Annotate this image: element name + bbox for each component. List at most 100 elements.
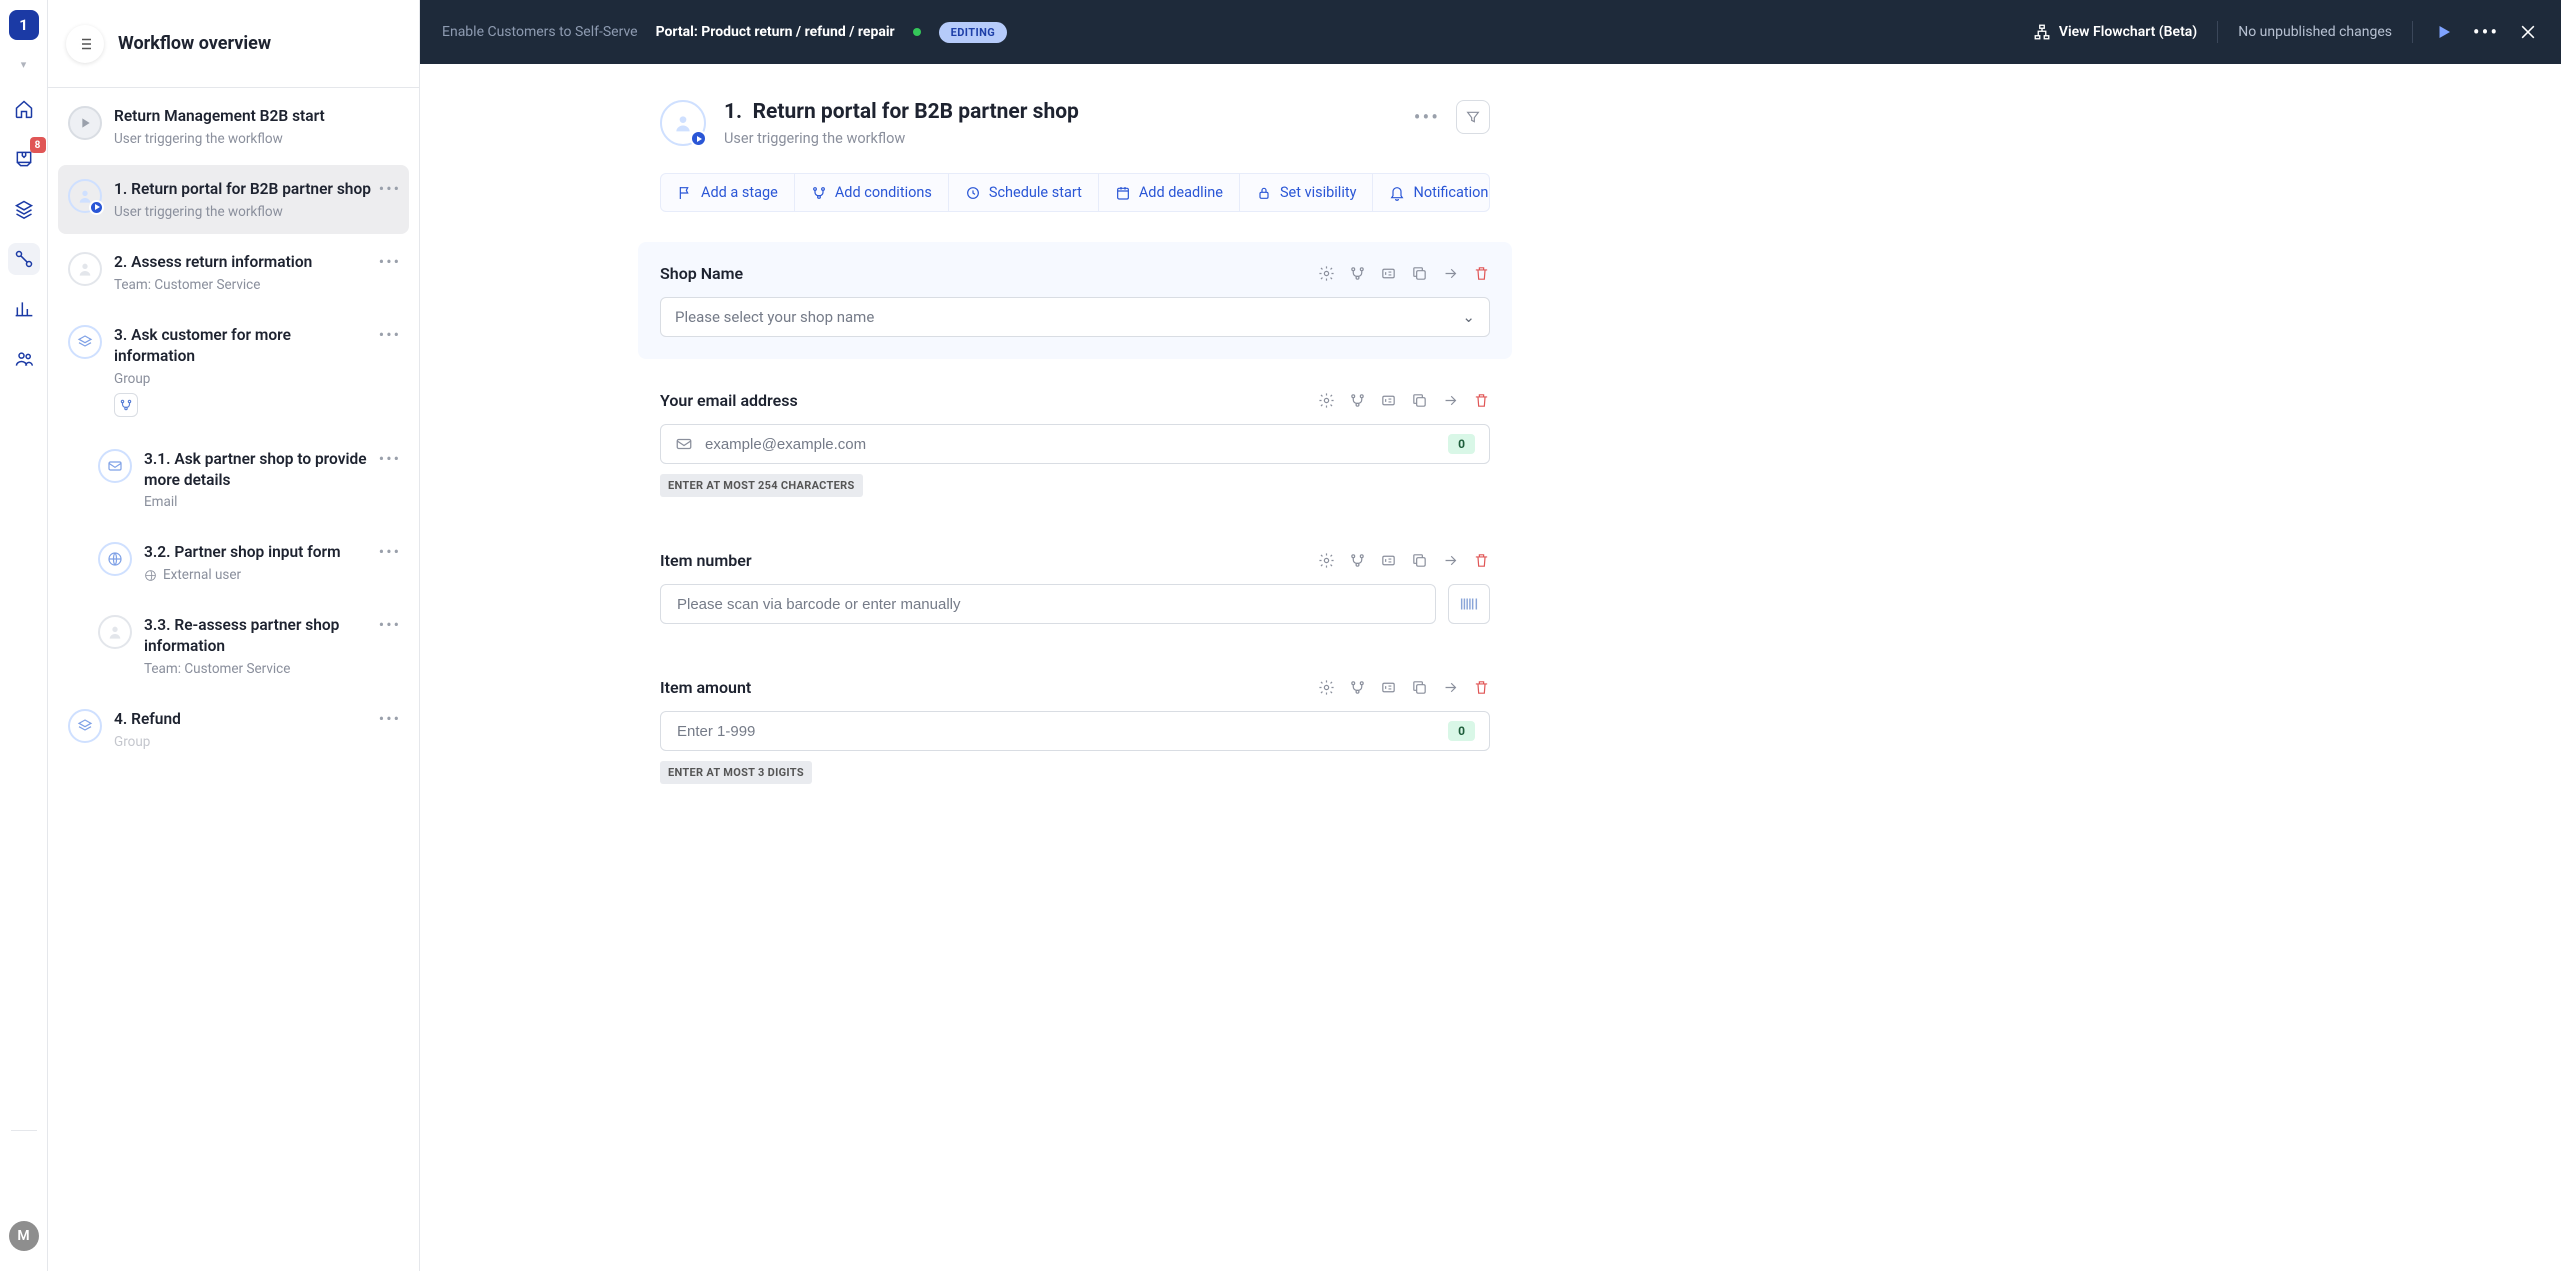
field-branch-button[interactable]: [1349, 552, 1366, 569]
schedule-start-button[interactable]: Schedule start: [949, 174, 1099, 211]
step-more-button[interactable]: •••: [379, 709, 401, 728]
copy-icon: [1411, 552, 1428, 569]
field-id-button[interactable]: [1380, 265, 1397, 282]
step-sub: User triggering the workflow: [114, 131, 373, 147]
run-button[interactable]: [2433, 21, 2455, 43]
field-move-button[interactable]: [1442, 265, 1459, 282]
step-title: 3. Ask customer for more information: [114, 325, 373, 367]
step-more-button[interactable]: •••: [379, 325, 401, 344]
step-title: 2. Assess return information: [114, 252, 373, 273]
field-move-button[interactable]: [1442, 392, 1459, 409]
field-move-button[interactable]: [1442, 679, 1459, 696]
add-stage-button[interactable]: Add a stage: [661, 174, 795, 211]
add-conditions-button[interactable]: Add conditions: [795, 174, 949, 211]
gear-icon: [1318, 679, 1335, 696]
field-id-button[interactable]: [1380, 392, 1397, 409]
field-delete-button[interactable]: [1473, 552, 1490, 569]
field-email: Your email address 0: [660, 369, 1490, 529]
field-settings-button[interactable]: [1318, 392, 1335, 409]
field-id-button[interactable]: [1380, 679, 1397, 696]
field-copy-button[interactable]: [1411, 679, 1428, 696]
workflow-step-2[interactable]: 2. Assess return information Team: Custo…: [58, 238, 409, 307]
step-more-button[interactable]: •••: [379, 252, 401, 271]
step-more-button[interactable]: •••: [379, 542, 401, 561]
workflow-step-1[interactable]: 1. Return portal for B2B partner shop Us…: [58, 165, 409, 234]
set-visibility-button[interactable]: Set visibility: [1240, 174, 1374, 211]
step-title: 3.1. Ask partner shop to provide more de…: [144, 449, 373, 491]
nav-inbox[interactable]: 8: [8, 143, 40, 175]
nav-templates[interactable]: [8, 193, 40, 225]
breadcrumb[interactable]: Enable Customers to Self-Serve: [442, 24, 638, 40]
nav-workflows[interactable]: [8, 243, 40, 275]
workflow-step-3-2[interactable]: 3.2. Partner shop input form External us…: [88, 528, 409, 597]
sidebar-title: Workflow overview: [118, 33, 271, 54]
field-move-button[interactable]: [1442, 552, 1459, 569]
field-delete-button[interactable]: [1473, 679, 1490, 696]
bell-icon: [1389, 185, 1405, 201]
item-amount-input[interactable]: [675, 712, 1438, 750]
item-number-input[interactable]: [675, 585, 1421, 623]
step-title: 4. Refund: [114, 709, 373, 730]
field-label: Item number: [660, 551, 752, 570]
step-sub: Group: [114, 734, 373, 750]
field-branch-button[interactable]: [1349, 392, 1366, 409]
shop-name-select[interactable]: Please select your shop name ⌄: [660, 297, 1490, 337]
step-more-button[interactable]: •••: [379, 449, 401, 468]
more-button[interactable]: •••: [2475, 21, 2497, 43]
step-sub: Team: Customer Service: [144, 661, 373, 677]
field-copy-button[interactable]: [1411, 392, 1428, 409]
separator: [2217, 21, 2218, 43]
field-settings-button[interactable]: [1318, 679, 1335, 696]
nav-users[interactable]: [8, 343, 40, 375]
field-hint: ENTER AT MOST 254 CHARACTERS: [660, 474, 863, 497]
workflow-sidebar: ◀ Workflow overview Return Management B2…: [48, 0, 420, 1271]
close-button[interactable]: [2517, 21, 2539, 43]
field-tools: [1318, 392, 1490, 409]
nav-reports[interactable]: [8, 293, 40, 325]
workflow-step-3-3[interactable]: 3.3. Re-assess partner shop information …: [88, 601, 409, 691]
workflow-step-3[interactable]: 3. Ask customer for more information Gro…: [58, 311, 409, 431]
step-header: 1. Return portal for B2B partner shop Us…: [660, 100, 1490, 147]
step-title: 3.2. Partner shop input form: [144, 542, 373, 563]
app-logo[interactable]: 1: [9, 10, 39, 40]
field-branch-button[interactable]: [1349, 265, 1366, 282]
rail-divider: [11, 1130, 37, 1131]
status-dot: [913, 28, 921, 36]
close-icon: [2518, 22, 2538, 42]
email-input[interactable]: [703, 425, 1438, 463]
trash-icon: [1473, 392, 1490, 409]
field-branch-button[interactable]: [1349, 679, 1366, 696]
workflow-step-list: Return Management B2B start User trigger…: [48, 88, 419, 1271]
clock-icon: [965, 185, 981, 201]
step-settings-button[interactable]: [1456, 100, 1490, 134]
globe-icon: [98, 542, 132, 576]
field-id-button[interactable]: [1380, 552, 1397, 569]
field-settings-button[interactable]: [1318, 552, 1335, 569]
step-title: 1. Return portal for B2B partner shop: [114, 179, 373, 200]
field-copy-button[interactable]: [1411, 265, 1428, 282]
add-deadline-button[interactable]: Add deadline: [1099, 174, 1240, 211]
nav-home[interactable]: [8, 93, 40, 125]
overview-icon-button[interactable]: [66, 25, 104, 63]
field-settings-button[interactable]: [1318, 265, 1335, 282]
field-delete-button[interactable]: [1473, 392, 1490, 409]
gear-icon: [1318, 392, 1335, 409]
scan-barcode-button[interactable]: [1448, 584, 1490, 624]
step-more-button[interactable]: •••: [379, 615, 401, 634]
step-more-button[interactable]: •••: [1408, 105, 1446, 129]
field-delete-button[interactable]: [1473, 265, 1490, 282]
notifications-button[interactable]: Notifications: [1373, 174, 1490, 211]
field-copy-button[interactable]: [1411, 552, 1428, 569]
workflow-step-3-1[interactable]: 3.1. Ask partner shop to provide more de…: [88, 435, 409, 525]
collapse-sidebar-button[interactable]: ◀: [419, 0, 420, 64]
branch-button[interactable]: [114, 393, 138, 417]
workflow-step-start[interactable]: Return Management B2B start User trigger…: [58, 92, 409, 161]
id-icon: [1380, 679, 1397, 696]
user-avatar[interactable]: M: [9, 1221, 39, 1251]
view-flowchart-button[interactable]: View Flowchart (Beta): [2033, 23, 2197, 41]
workspace-switcher[interactable]: ▾: [21, 58, 27, 71]
step-more-button[interactable]: •••: [379, 179, 401, 198]
calendar-icon: [1115, 185, 1131, 201]
workflow-step-4[interactable]: 4. Refund Group •••: [58, 695, 409, 764]
step-title: 3.3. Re-assess partner shop information: [144, 615, 373, 657]
